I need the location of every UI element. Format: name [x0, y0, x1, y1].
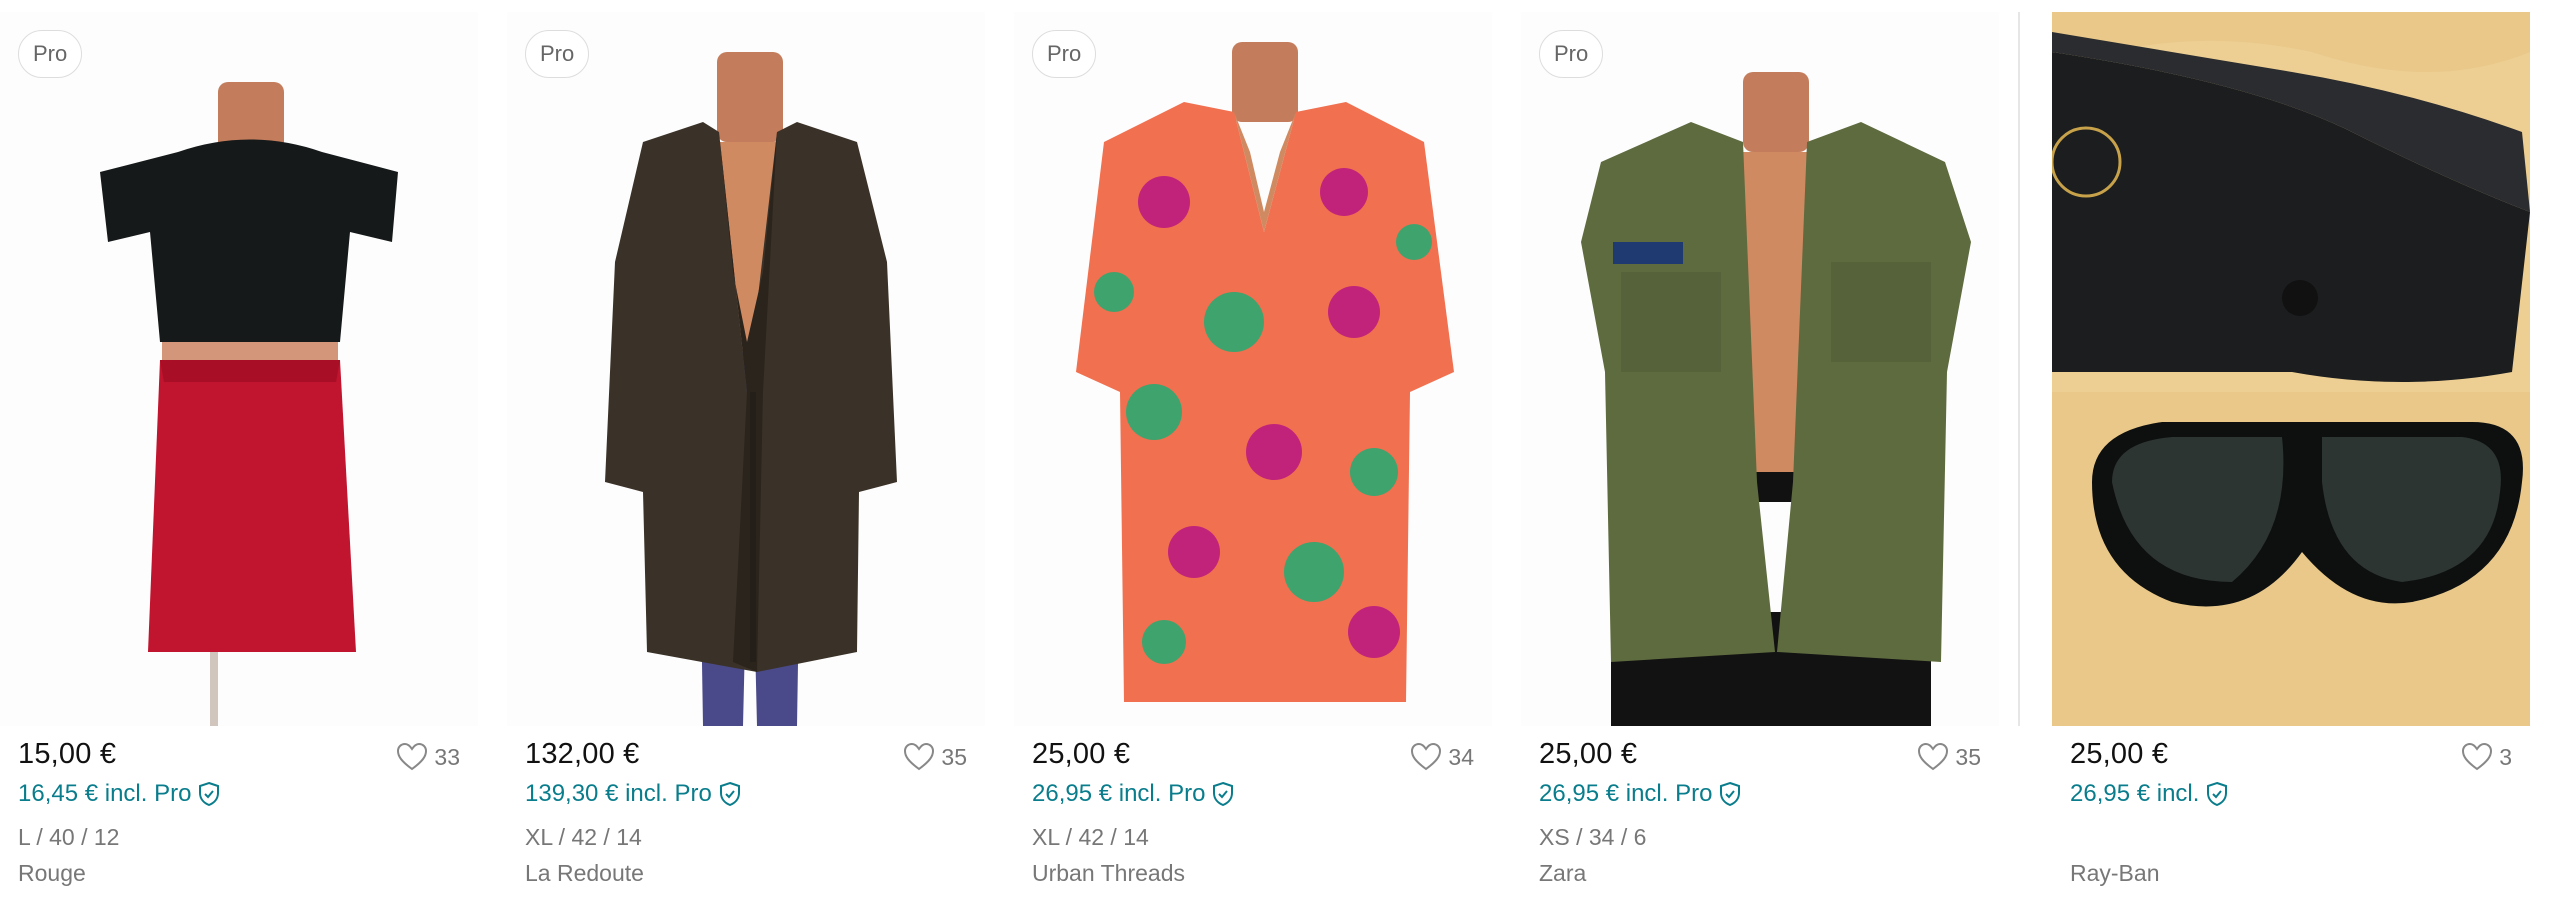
heart-icon [397, 742, 428, 771]
mannequin-green-military-jacket-image [1521, 12, 1999, 726]
listing-photo[interactable]: Pro [507, 12, 985, 726]
size-label: XL / 42 / 14 [1032, 824, 1149, 850]
listing-card[interactable]: Pro 15,00 € 33 16,45 € incl. Pro L / 40 … [0, 12, 478, 892]
price: 25,00 € [2070, 738, 2169, 770]
divider [2018, 12, 2020, 726]
price: 25,00 € [1539, 738, 1638, 770]
pro-price-label: 26,95 € incl. [2070, 780, 2200, 807]
listing-card[interactable]: Pro 25,00 € 34 26,95 € incl. Pro XL / 42… [1014, 12, 1492, 892]
mannequin-brown-leather-coat-image [507, 12, 985, 726]
size-label: XL / 42 / 14 [525, 824, 642, 850]
favourite-button[interactable]: 33 [396, 742, 460, 772]
favourite-button[interactable]: 34 [1410, 742, 1474, 772]
favourite-button[interactable]: 3 [2461, 742, 2512, 772]
favourite-count: 35 [1955, 743, 1981, 770]
favourite-button[interactable]: 35 [903, 742, 967, 772]
pro-price[interactable]: 139,30 € incl. Pro [525, 780, 742, 808]
listing-photo[interactable]: Pro [1521, 12, 1999, 726]
mannequin-black-top-red-skirt-image [0, 12, 478, 726]
sunglasses-and-case-image [2052, 12, 2530, 726]
mannequin-floral-shirt-image [1014, 12, 1492, 726]
size-label: L / 40 / 12 [18, 824, 120, 850]
shield-check-icon [199, 781, 220, 807]
brand-label: Zara [1539, 860, 1587, 886]
favourite-button[interactable]: 35 [1917, 742, 1981, 772]
pro-price-label: 139,30 € incl. Pro [525, 780, 712, 807]
pro-badge: Pro [1539, 30, 1604, 78]
favourite-count: 34 [1448, 743, 1474, 770]
heart-icon [904, 742, 935, 771]
pro-badge: Pro [525, 30, 590, 78]
heart-icon [1411, 742, 1442, 771]
listing-photo[interactable] [2052, 12, 2530, 726]
pro-price[interactable]: 16,45 € incl. Pro [18, 780, 221, 808]
pro-price-label: 26,95 € incl. Pro [1539, 780, 1713, 807]
brand-label: Urban Threads [1032, 860, 1185, 886]
price: 15,00 € [18, 738, 117, 770]
brand-label: La Redoute [525, 860, 644, 886]
pro-badge: Pro [1032, 30, 1097, 78]
shield-check-icon [2207, 781, 2228, 807]
brand-label: Ray-Ban [2070, 860, 2160, 886]
brand-label: Rouge [18, 860, 86, 886]
listing-photo[interactable]: Pro [0, 12, 478, 726]
favourite-count: 35 [941, 743, 967, 770]
listing-card[interactable]: Pro 132,00 € 35 139,30 € incl. Pro XL / … [507, 12, 985, 892]
listing-photo[interactable]: Pro [1014, 12, 1492, 726]
pro-price-label: 26,95 € incl. Pro [1032, 780, 1206, 807]
price: 132,00 € [525, 738, 640, 770]
pro-price[interactable]: 26,95 € incl. Pro [1032, 780, 1235, 808]
pro-badge: Pro [18, 30, 83, 78]
listing-grid: Pro 15,00 € 33 16,45 € incl. Pro L / 40 … [0, 0, 2574, 902]
listing-card[interactable]: 25,00 € 3 26,95 € incl. Ray-Ban [2052, 12, 2530, 892]
heart-icon [2462, 742, 2493, 771]
pro-price[interactable]: 26,95 € incl. [2070, 780, 2229, 808]
price: 25,00 € [1032, 738, 1131, 770]
listing-card[interactable]: Pro 25,00 € 35 26,95 € incl. Pro XS / 34… [1521, 12, 1999, 892]
favourite-count: 3 [2499, 743, 2512, 770]
heart-icon [1918, 742, 1949, 771]
favourite-count: 33 [434, 743, 460, 770]
pro-price[interactable]: 26,95 € incl. Pro [1539, 780, 1742, 808]
shield-check-icon [1720, 781, 1741, 807]
shield-check-icon [719, 781, 740, 807]
size-label: XS / 34 / 6 [1539, 824, 1647, 850]
shield-check-icon [1213, 781, 1234, 807]
pro-price-label: 16,45 € incl. Pro [18, 780, 192, 807]
